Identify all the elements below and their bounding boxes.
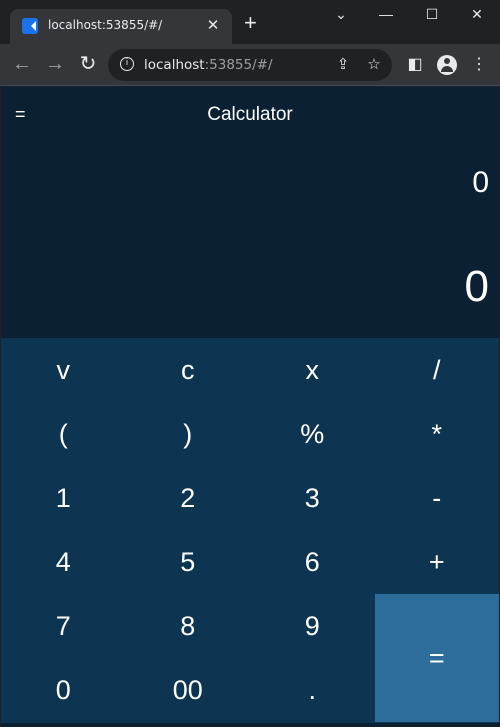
browser-tab[interactable]: localhost:53855/#/ ✕ bbox=[10, 9, 232, 44]
address-bar[interactable]: i localhost:53855/#/ ⇪ ☆ bbox=[108, 49, 392, 81]
keypad: = v c x /()% * 1 2 3-4 5 6 +7 8 9 0 00. bbox=[1, 338, 499, 723]
tab-close-icon[interactable]: ✕ bbox=[204, 16, 222, 34]
tab-search-icon[interactable]: ⌄ bbox=[318, 6, 364, 26]
browser-toolbar: ← → ↻ i localhost:53855/#/ ⇪ ☆ ◧ ⋮ bbox=[0, 44, 500, 86]
key-equals[interactable]: = bbox=[374, 594, 499, 722]
forward-arrow-icon[interactable]: → bbox=[43, 53, 67, 77]
key-2-3[interactable]: - bbox=[375, 466, 500, 530]
key-1-1[interactable]: ) bbox=[126, 402, 251, 466]
reload-icon[interactable]: ↻ bbox=[76, 53, 100, 77]
tab-title: localhost:53855/#/ bbox=[48, 18, 163, 32]
key-1-2[interactable]: % bbox=[250, 402, 375, 466]
key-0-2[interactable]: x bbox=[250, 338, 375, 402]
site-info-icon[interactable]: i bbox=[120, 57, 134, 71]
key-4-2[interactable]: 9 bbox=[250, 594, 375, 658]
key-1-0[interactable]: ( bbox=[1, 402, 126, 466]
profile-avatar-icon[interactable] bbox=[437, 55, 457, 75]
key-3-0[interactable]: 4 bbox=[1, 530, 126, 594]
key-3-3[interactable]: + bbox=[375, 530, 500, 594]
maximize-button[interactable]: ☐ bbox=[409, 6, 455, 26]
new-tab-button[interactable]: + bbox=[244, 12, 257, 34]
url-text[interactable]: localhost:53855/#/ bbox=[144, 57, 273, 73]
bookmark-star-icon[interactable]: ☆ bbox=[364, 55, 384, 75]
key-4-0[interactable]: 7 bbox=[1, 594, 126, 658]
key-5-1[interactable]: 00 bbox=[126, 658, 251, 722]
key-3-1[interactable]: 5 bbox=[126, 530, 251, 594]
url-host: localhost bbox=[144, 57, 205, 73]
app-title: Calculator bbox=[207, 104, 293, 125]
url-path: :53855/#/ bbox=[204, 57, 273, 73]
side-panel-icon[interactable]: ◧ bbox=[404, 54, 426, 76]
app-bar: = Calculator bbox=[1, 86, 499, 144]
share-icon[interactable]: ⇪ bbox=[333, 55, 353, 75]
expression-display: 0 bbox=[472, 166, 489, 199]
minimize-button[interactable]: — bbox=[363, 6, 409, 26]
key-0-3[interactable]: / bbox=[375, 338, 500, 402]
key-5-0[interactable]: 0 bbox=[1, 658, 126, 722]
close-window-button[interactable]: ✕ bbox=[454, 6, 500, 26]
key-2-2[interactable]: 3 bbox=[250, 466, 375, 530]
flutter-favicon-icon bbox=[22, 18, 38, 34]
browser-titlebar: localhost:53855/#/ ✕ + ⌄ — ☐ ✕ bbox=[0, 0, 500, 44]
result-display: 0 bbox=[464, 262, 489, 311]
key-4-1[interactable]: 8 bbox=[126, 594, 251, 658]
key-5-2[interactable]: . bbox=[250, 658, 375, 722]
back-arrow-icon[interactable]: ← bbox=[10, 53, 34, 77]
key-2-0[interactable]: 1 bbox=[1, 466, 126, 530]
key-1-3[interactable]: * bbox=[375, 402, 500, 466]
key-3-2[interactable]: 6 bbox=[250, 530, 375, 594]
key-0-0[interactable]: v bbox=[1, 338, 126, 402]
calculator-app: = Calculator 0 0 = v c x /()% * 1 2 3-4 5 6 +7 8 9 0 0… bbox=[1, 86, 499, 727]
key-2-1[interactable]: 2 bbox=[126, 466, 251, 530]
key-0-1[interactable]: c bbox=[126, 338, 251, 402]
more-menu-icon[interactable]: ⋮ bbox=[468, 54, 490, 76]
